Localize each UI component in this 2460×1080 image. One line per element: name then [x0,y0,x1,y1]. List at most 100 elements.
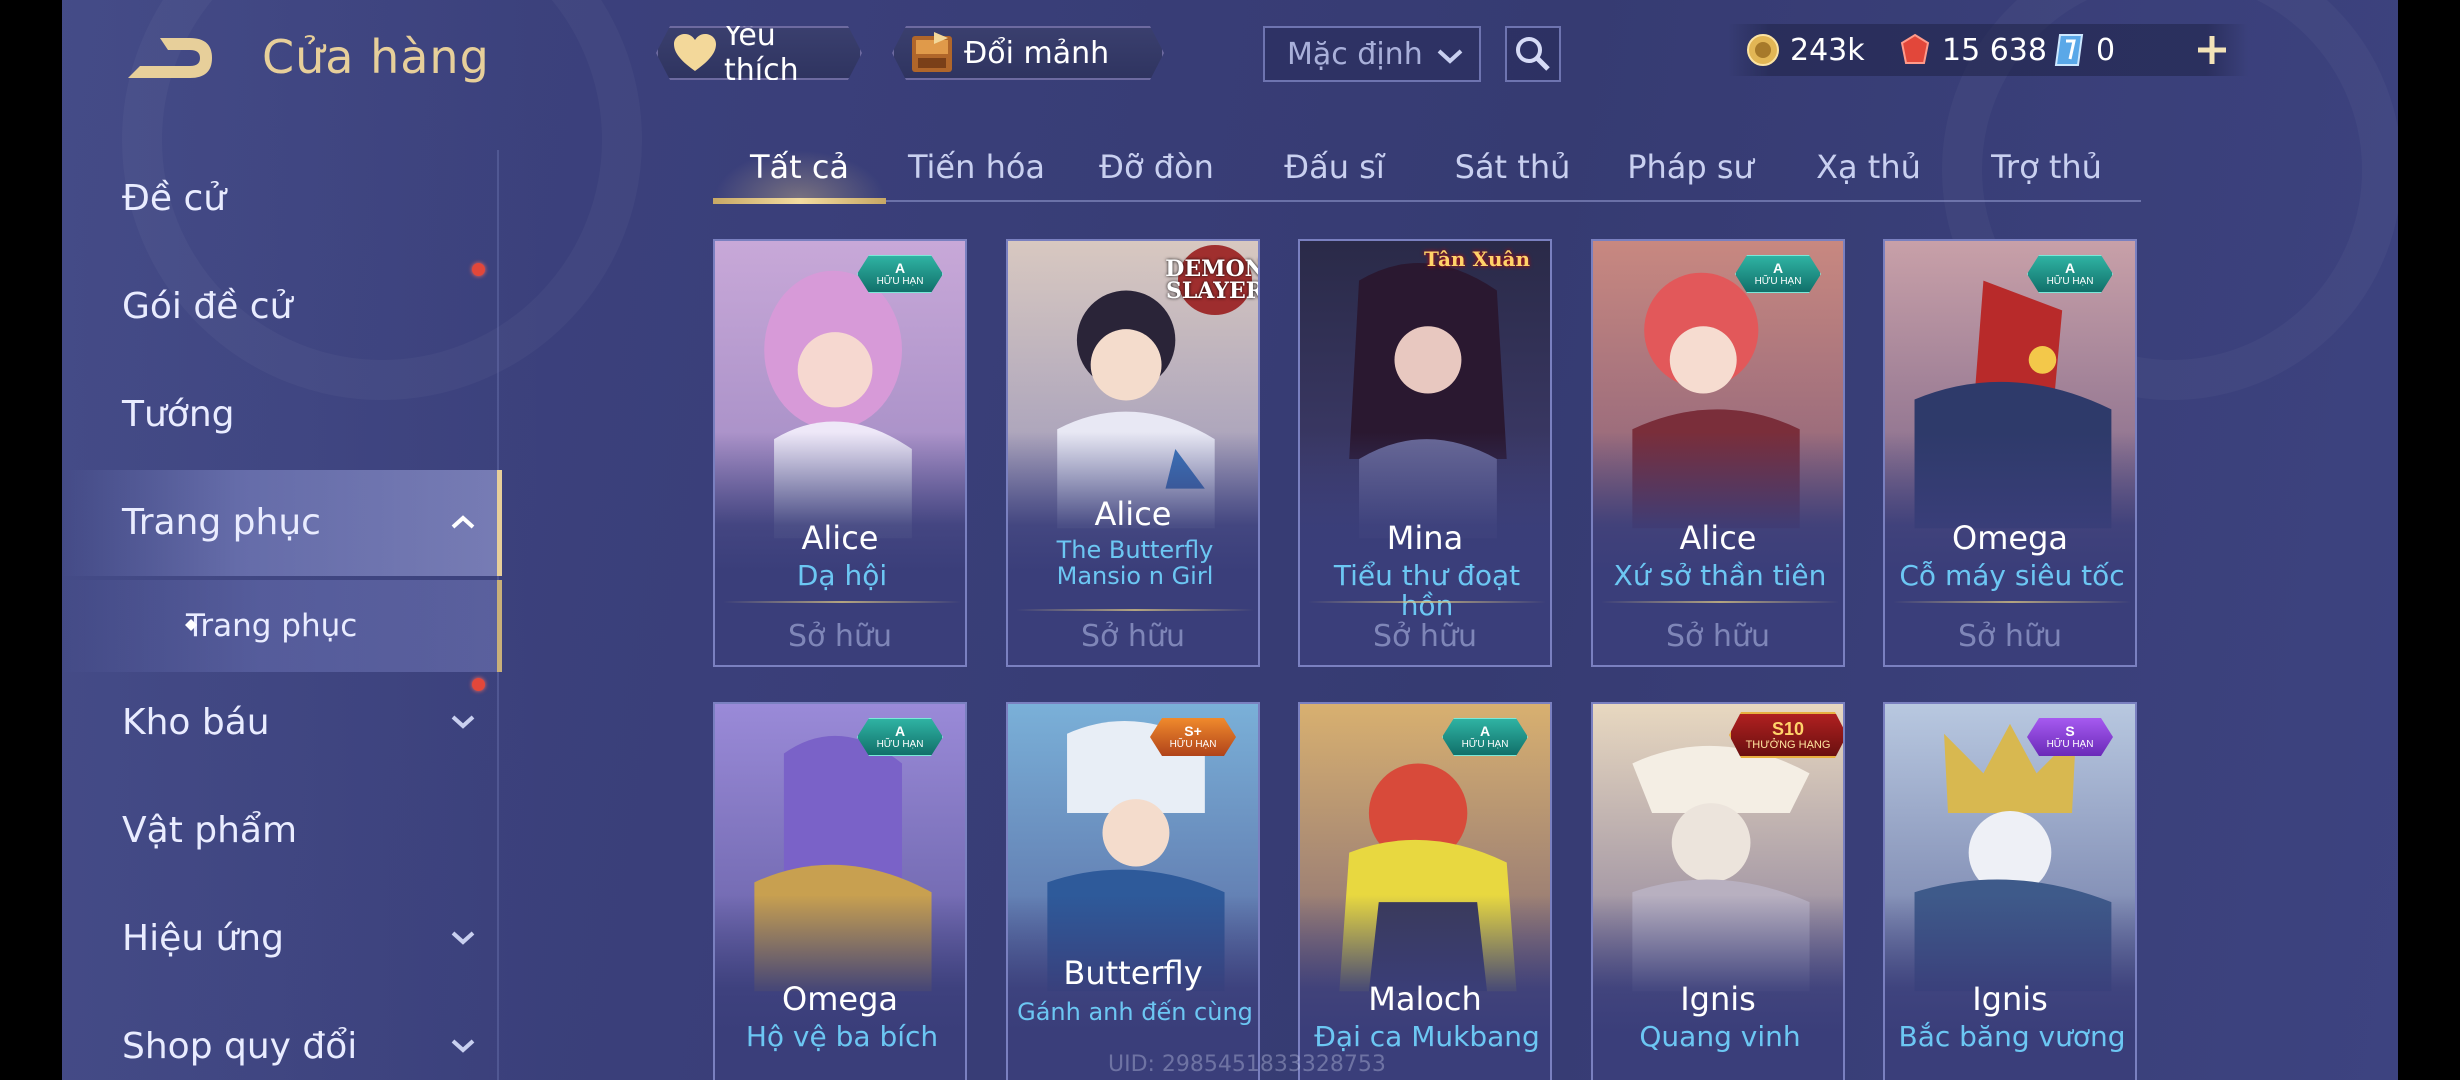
limited-badge: S+ HỮU HẠN [1150,718,1236,756]
tab-marksman[interactable]: Xạ thủ [1782,148,1955,198]
ownership-status: Sở hữu [788,619,892,654]
tab-support[interactable]: Trợ thủ [1960,148,2133,198]
skin-name: Hộ vệ ba bích [745,1020,939,1053]
favorites-button[interactable]: Yêu thích [656,26,862,80]
skin-card[interactable]: A HỮU HẠN Omega Hộ vệ ba bích [713,702,967,1080]
sidebar-item-label: Kho báu [122,701,270,743]
ownership-status: Sở hữu [1666,619,1770,654]
diamond-bullet-icon [185,619,197,631]
tab-bar-line [713,200,2141,202]
gold-amount: 243k [1790,32,1865,68]
sidebar-item-exchange-shop[interactable]: Shop quy đổi [122,1016,357,1076]
skin-name: Quang vinh [1639,1020,1801,1053]
sidebar-item-recommended-packs[interactable]: Gói đề cử [122,276,292,336]
chevron-down-icon [451,931,475,945]
limited-badge: A HỮU HẠN [2027,255,2113,293]
fragment-chest-icon [908,30,958,76]
chevron-up-icon [451,515,475,529]
skin-card[interactable]: A HỮU HẠN Omega Cỗ máy siêu tốc Sở hữu [1883,239,2137,667]
back-arrow-icon [128,38,212,78]
sidebar-item-heroes[interactable]: Tướng [122,384,235,444]
card-divider [1601,601,1839,603]
skin-card[interactable]: A HỮU HẠN Alice Dạ hội Sở hữu [713,239,967,667]
sort-dropdown[interactable]: Mặc định [1263,26,1481,82]
sidebar-item-label: Gói đề cử [122,285,293,327]
ownership-status: Sở hữu [1081,619,1185,654]
skin-name: Bắc băng vương [1898,1020,2126,1053]
sidebar-item-label: Hiệu ứng [122,917,284,959]
chevron-down-icon [1437,49,1463,64]
hero-name: Alice [1094,495,1172,533]
skin-card[interactable]: S+ HỮU HẠN Butterfly Gánh anh đến cùng [1006,702,1260,1080]
red-gem-icon [1900,33,1930,64]
sidebar-item-skins[interactable]: Trang phục [122,492,321,552]
chevron-down-icon [451,1039,475,1053]
rank-reward-badge: S10 THƯỞNG HẠNG [1729,712,1845,758]
ticket-amount: 0 [2096,32,2116,68]
plus-icon [2198,36,2226,64]
heart-icon [672,33,718,73]
skin-name: The Butterfly Mansio n Girl [1056,536,1214,590]
gold-currency: 243k [1746,30,1865,70]
hero-name: Alice [1679,519,1757,557]
hero-name: Mina [1386,519,1464,557]
skin-card[interactable]: Tân Xuân Mina Tiểu thư đoạt hồn Sở hữu [1298,239,1552,667]
sidebar-item-recommended[interactable]: Đề cử [122,168,226,228]
limited-badge: A HỮU HẠN [857,718,943,756]
favorites-label: Yêu thích [724,18,799,88]
card-divider [1016,609,1254,611]
hero-name: Omega [782,980,898,1018]
sidebar-item-items[interactable]: Vật phẩm [122,800,297,860]
gold-coin-icon [1747,34,1779,66]
event-logo: Tân Xuân [1424,247,1530,271]
limited-badge: A HỮU HẠN [857,255,943,293]
card-divider [723,601,961,603]
user-id: UID: 2985451833328753 [1108,1052,1386,1077]
tab-active-underline [713,198,886,204]
notification-dot [472,263,485,276]
exchange-fragments-button[interactable]: Đổi mảnh [892,26,1164,80]
tab-all[interactable]: Tất cả [713,148,886,198]
collab-logo: DEMON SLAYER [1165,245,1258,315]
ticket-currency: 0 [2052,30,2115,70]
ticket-icon [2054,34,2084,66]
sidebar-item-effects[interactable]: Hiệu ứng [122,908,284,968]
search-button[interactable] [1505,26,1561,82]
limited-badge: A HỮU HẠN [1735,255,1821,293]
card-divider [1308,601,1546,603]
skin-card[interactable]: S10 THƯỞNG HẠNG Ignis Quang vinh [1591,702,1845,1080]
hero-name: Ignis [1680,980,1756,1018]
tab-fighter[interactable]: Đấu sĩ [1248,148,1421,198]
skin-name: Tiểu thư đoạt hồn [1333,559,1521,622]
sort-selected-value: Mặc định [1287,36,1423,72]
skin-card[interactable]: DEMON SLAYER Alice The Butterfly Mansio … [1006,239,1260,667]
limited-badge: A HỮU HẠN [1442,718,1528,756]
sidebar-item-label: Vật phẩm [122,809,298,851]
limited-badge: S HỮU HẠN [2027,718,2113,756]
gem-currency: 15 638 [1898,30,2047,70]
skin-card[interactable]: A HỮU HẠN Maloch Đại ca Mukbang [1298,702,1552,1080]
hero-name: Alice [801,519,879,557]
skin-name: Đại ca Mukbang [1314,1020,1540,1053]
sidebar-subitem-skins[interactable]: Trang phục [186,596,357,656]
tab-tank[interactable]: Đỡ đòn [1070,148,1243,198]
back-button[interactable] [120,30,220,90]
sidebar-item-label: Tướng [122,393,235,435]
ownership-status: Sở hữu [1958,619,2062,654]
ownership-status: Sở hữu [1373,619,1477,654]
skin-card[interactable]: S HỮU HẠN Ignis Bắc băng vương [1883,702,2137,1080]
tab-evolution[interactable]: Tiến hóa [890,148,1063,198]
tab-mage[interactable]: Pháp sư [1604,148,1777,198]
hero-name: Butterfly [1063,954,1203,992]
sidebar-subitem-label: Trang phục [186,608,358,644]
page-title: Cửa hàng [262,30,490,84]
add-currency-button[interactable] [2192,30,2232,70]
hero-name: Maloch [1368,980,1482,1018]
tab-assassin[interactable]: Sát thủ [1426,148,1599,198]
chevron-down-icon [451,715,475,729]
skin-card[interactable]: A HỮU HẠN Alice Xứ sở thần tiên Sở hữu [1591,239,1845,667]
skin-name: Xứ sở thần tiên [1613,559,1827,592]
hero-name: Ignis [1972,980,2048,1018]
sidebar-item-label: Trang phục [122,501,321,543]
sidebar-item-treasure[interactable]: Kho báu [122,692,270,752]
